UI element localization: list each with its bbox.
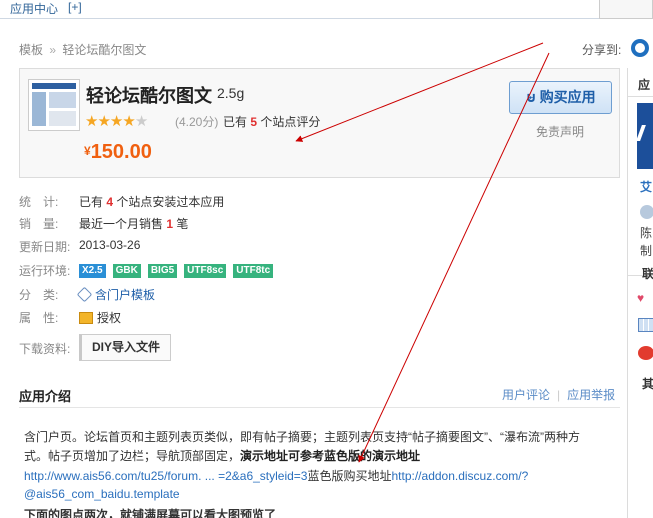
env-badge-big5: BIG5 <box>147 264 178 278</box>
sidebar-title: 应 <box>638 78 651 92</box>
demo-url-link[interactable]: http://www.ais56.com/tu25/forum. ... =2&… <box>24 469 307 483</box>
install-stats-label: 统 计: <box>19 195 59 209</box>
env-badge-utf8tc: UTF8tc <box>233 264 274 278</box>
rating-count: 5 <box>250 115 258 129</box>
breadcrumb-templates-link[interactable]: 模板 <box>19 43 43 57</box>
developer-logo[interactable] <box>637 103 653 169</box>
intro-line-5: 下面的图点两次，就铺满屏幕可以看大图预览了 <box>24 508 277 518</box>
grid-app-icon[interactable] <box>638 318 653 332</box>
section-divider <box>19 407 620 408</box>
category-label: 分 类: <box>19 288 59 302</box>
install-stats-value: 已有 4 个站点安装过本应用 <box>79 195 225 209</box>
user-avatar-icon <box>640 205 653 219</box>
env-badge-gbk: GBK <box>112 264 141 278</box>
sidebar-divider <box>628 96 653 97</box>
intro-line-2: 式。帖子页增加了边栏；导航顶部固定，演示地址可参考蓝色版的演示地址 <box>24 449 421 463</box>
report-app-link[interactable]: 应用举报 <box>567 388 615 402</box>
purchase-url-link[interactable]: http://addon.discuz.com/? <box>392 469 529 483</box>
user-reviews-link[interactable]: 用户评论 <box>502 388 550 402</box>
heart-icon[interactable]: ♥ <box>637 291 644 305</box>
license-icon <box>79 312 93 324</box>
intro-line-3: http://www.ais56.com/tu25/forum. ... =2&… <box>24 469 529 483</box>
buy-app-button[interactable]: ⊌ 购买应用 <box>509 81 612 114</box>
right-sidebar: 应 艾 陈 制, 联 ♥ 其 <box>627 68 653 518</box>
qq-icon[interactable] <box>631 39 649 57</box>
developer-name-link[interactable]: 艾 <box>640 178 652 195</box>
category-value: 含门户模板 <box>75 286 155 303</box>
demo-address-note: 演示地址可参考蓝色版的演示地址 <box>240 449 421 463</box>
app-center-title[interactable]: 应用中心 <box>10 0 58 17</box>
topbar-right-panel <box>599 0 653 19</box>
runtime-env-label: 运行环境: <box>19 264 71 278</box>
sidebar-contact-heading: 联 <box>642 267 653 281</box>
app-center-topbar: 应用中心 [+] <box>0 0 653 19</box>
env-badge-x25: X2.5 <box>79 264 106 278</box>
star-icon: ★ <box>122 113 135 130</box>
intro-line-1: 含门户页。论坛首页和主题列表页类似，即有帖子摘要；主题列表页支持“帖子摘要图文”… <box>24 430 580 444</box>
sales-label: 销 量: <box>19 217 59 231</box>
app-price: ¥150.00 <box>84 141 152 164</box>
category-link[interactable]: 含门户模板 <box>95 288 155 302</box>
rating-stars: ★★★★★ <box>85 112 148 130</box>
cart-icon: ⊌ <box>525 89 537 105</box>
star-icon: ★ <box>97 113 110 130</box>
developer-desc-1: 陈 <box>640 226 653 240</box>
intro-line-4: @ais56_com_baidu.template <box>24 487 180 501</box>
sales-value: 最近一个月销售 1 笔 <box>79 217 189 231</box>
rating-score: (4.20分) <box>175 115 219 129</box>
developer-desc-2: 制, <box>640 244 653 258</box>
diy-import-file-button[interactable]: DIY导入文件 <box>79 334 171 361</box>
app-summary-card: 轻论坛酷尔图文 2.5g ★★★★★ (4.20分) 已有 5 个站点评分 ¥1… <box>19 68 620 178</box>
download-label: 下载资料: <box>19 342 71 356</box>
attribute-value: 授权 <box>79 309 121 326</box>
disclaimer-link[interactable]: 免责声明 <box>536 123 584 140</box>
app-title: 轻论坛酷尔图文 <box>86 86 212 106</box>
star-empty-icon: ★ <box>134 113 148 130</box>
template-url-link[interactable]: @ais56_com_baidu.template <box>24 487 180 501</box>
currency-symbol: ¥ <box>84 144 91 158</box>
sidebar-other-heading: 其 <box>642 377 653 391</box>
tag-icon <box>76 286 93 303</box>
update-date-value: 2013-03-26 <box>79 238 141 252</box>
app-version: 2.5g <box>217 85 245 101</box>
breadcrumb-current-link[interactable]: 轻论坛酷尔图文 <box>62 43 146 57</box>
attribute-label: 属 性: <box>19 311 59 325</box>
star-icon: ★ <box>85 113 98 130</box>
add-tab-button[interactable]: [+] <box>68 0 82 14</box>
price-amount: 150.00 <box>90 141 152 163</box>
update-date-label: 更新日期: <box>19 240 71 254</box>
app-intro-heading: 应用介绍 <box>19 389 72 404</box>
star-icon: ★ <box>109 113 123 130</box>
app-thumbnail[interactable] <box>28 79 80 131</box>
weibo-icon[interactable] <box>638 346 653 360</box>
env-badge-utf8sc: UTF8sc <box>184 264 227 278</box>
rating-count-text: 已有 5 个站点评分 <box>223 115 321 129</box>
breadcrumb-separator: » <box>49 43 57 57</box>
links-divider: | <box>557 388 561 402</box>
intro-links: 用户评论 | 应用举报 <box>502 386 615 403</box>
runtime-env-badges: X2.5 GBK BIG5 UTF8sc UTF8tc <box>79 262 280 278</box>
share-label: 分享到: <box>582 43 622 57</box>
breadcrumb: 模板 » 轻论坛酷尔图文 <box>19 41 146 58</box>
